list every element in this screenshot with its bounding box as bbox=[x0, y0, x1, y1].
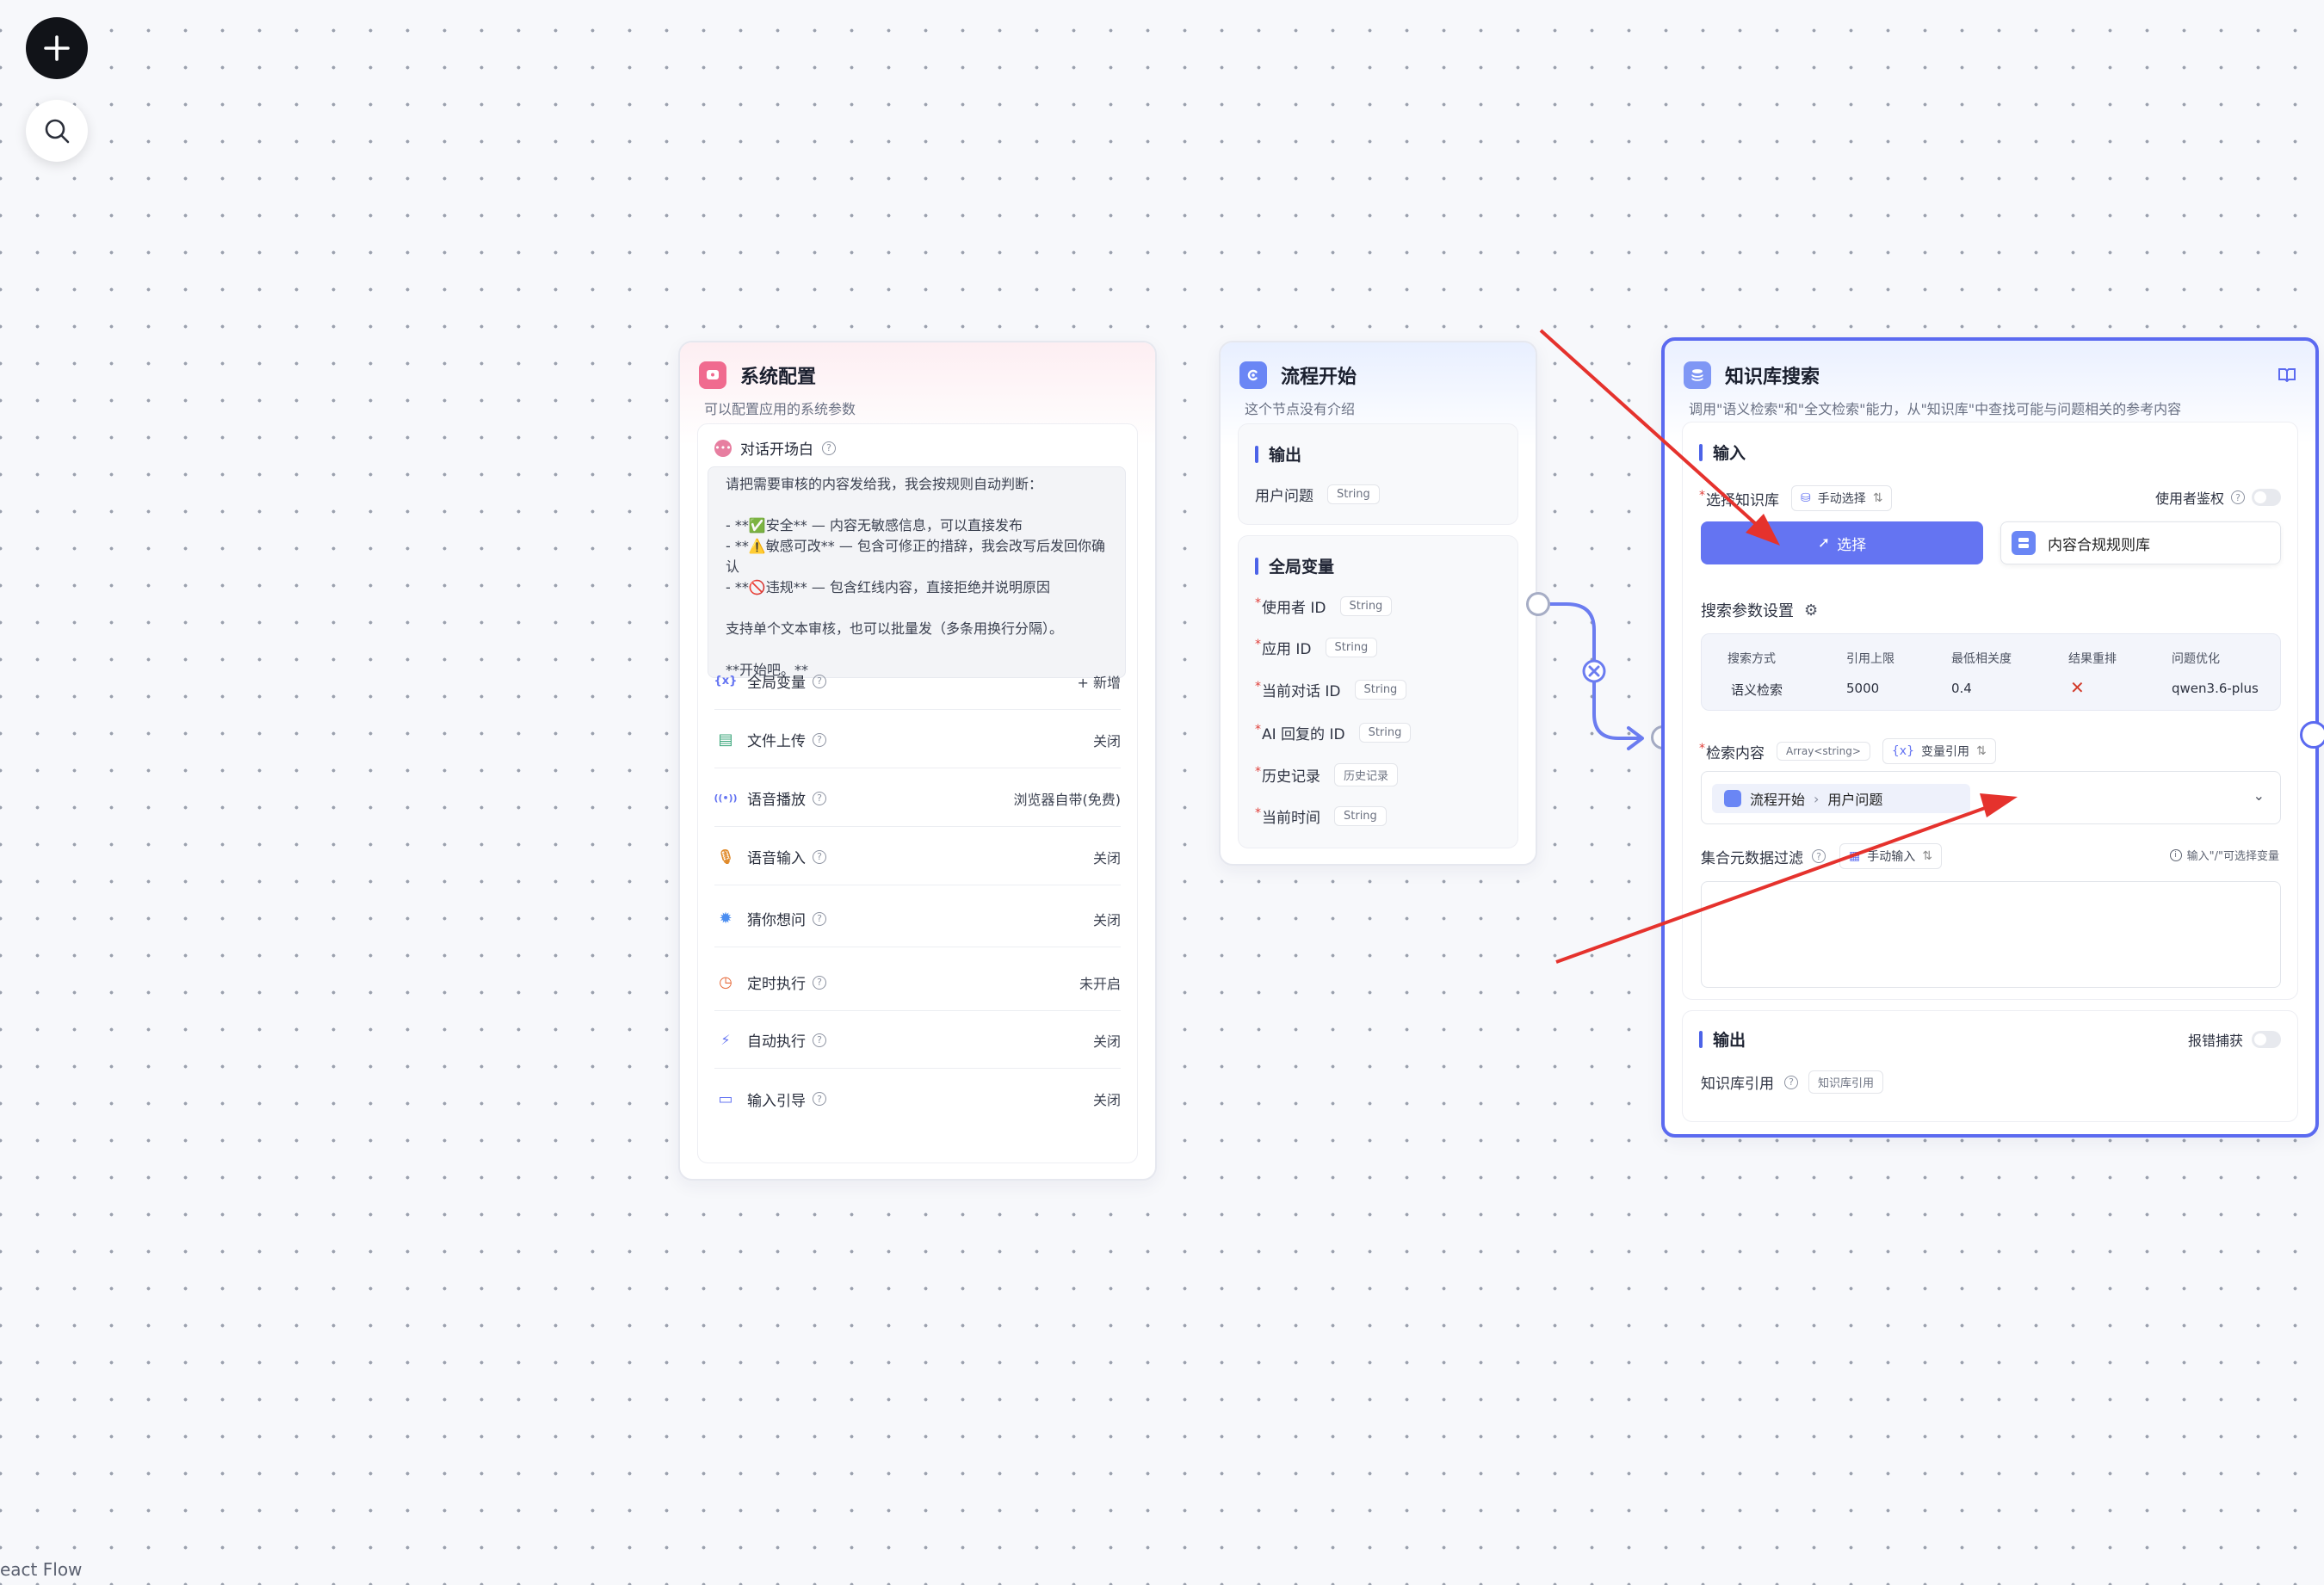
annotation-arrowhead bbox=[1980, 793, 2018, 817]
annotation-arrow bbox=[1539, 329, 1766, 533]
annotation-arrow bbox=[1555, 802, 1998, 964]
annotation-arrows bbox=[1539, 329, 2018, 964]
react-flow-attribution[interactable]: eact Flow bbox=[0, 1559, 82, 1580]
